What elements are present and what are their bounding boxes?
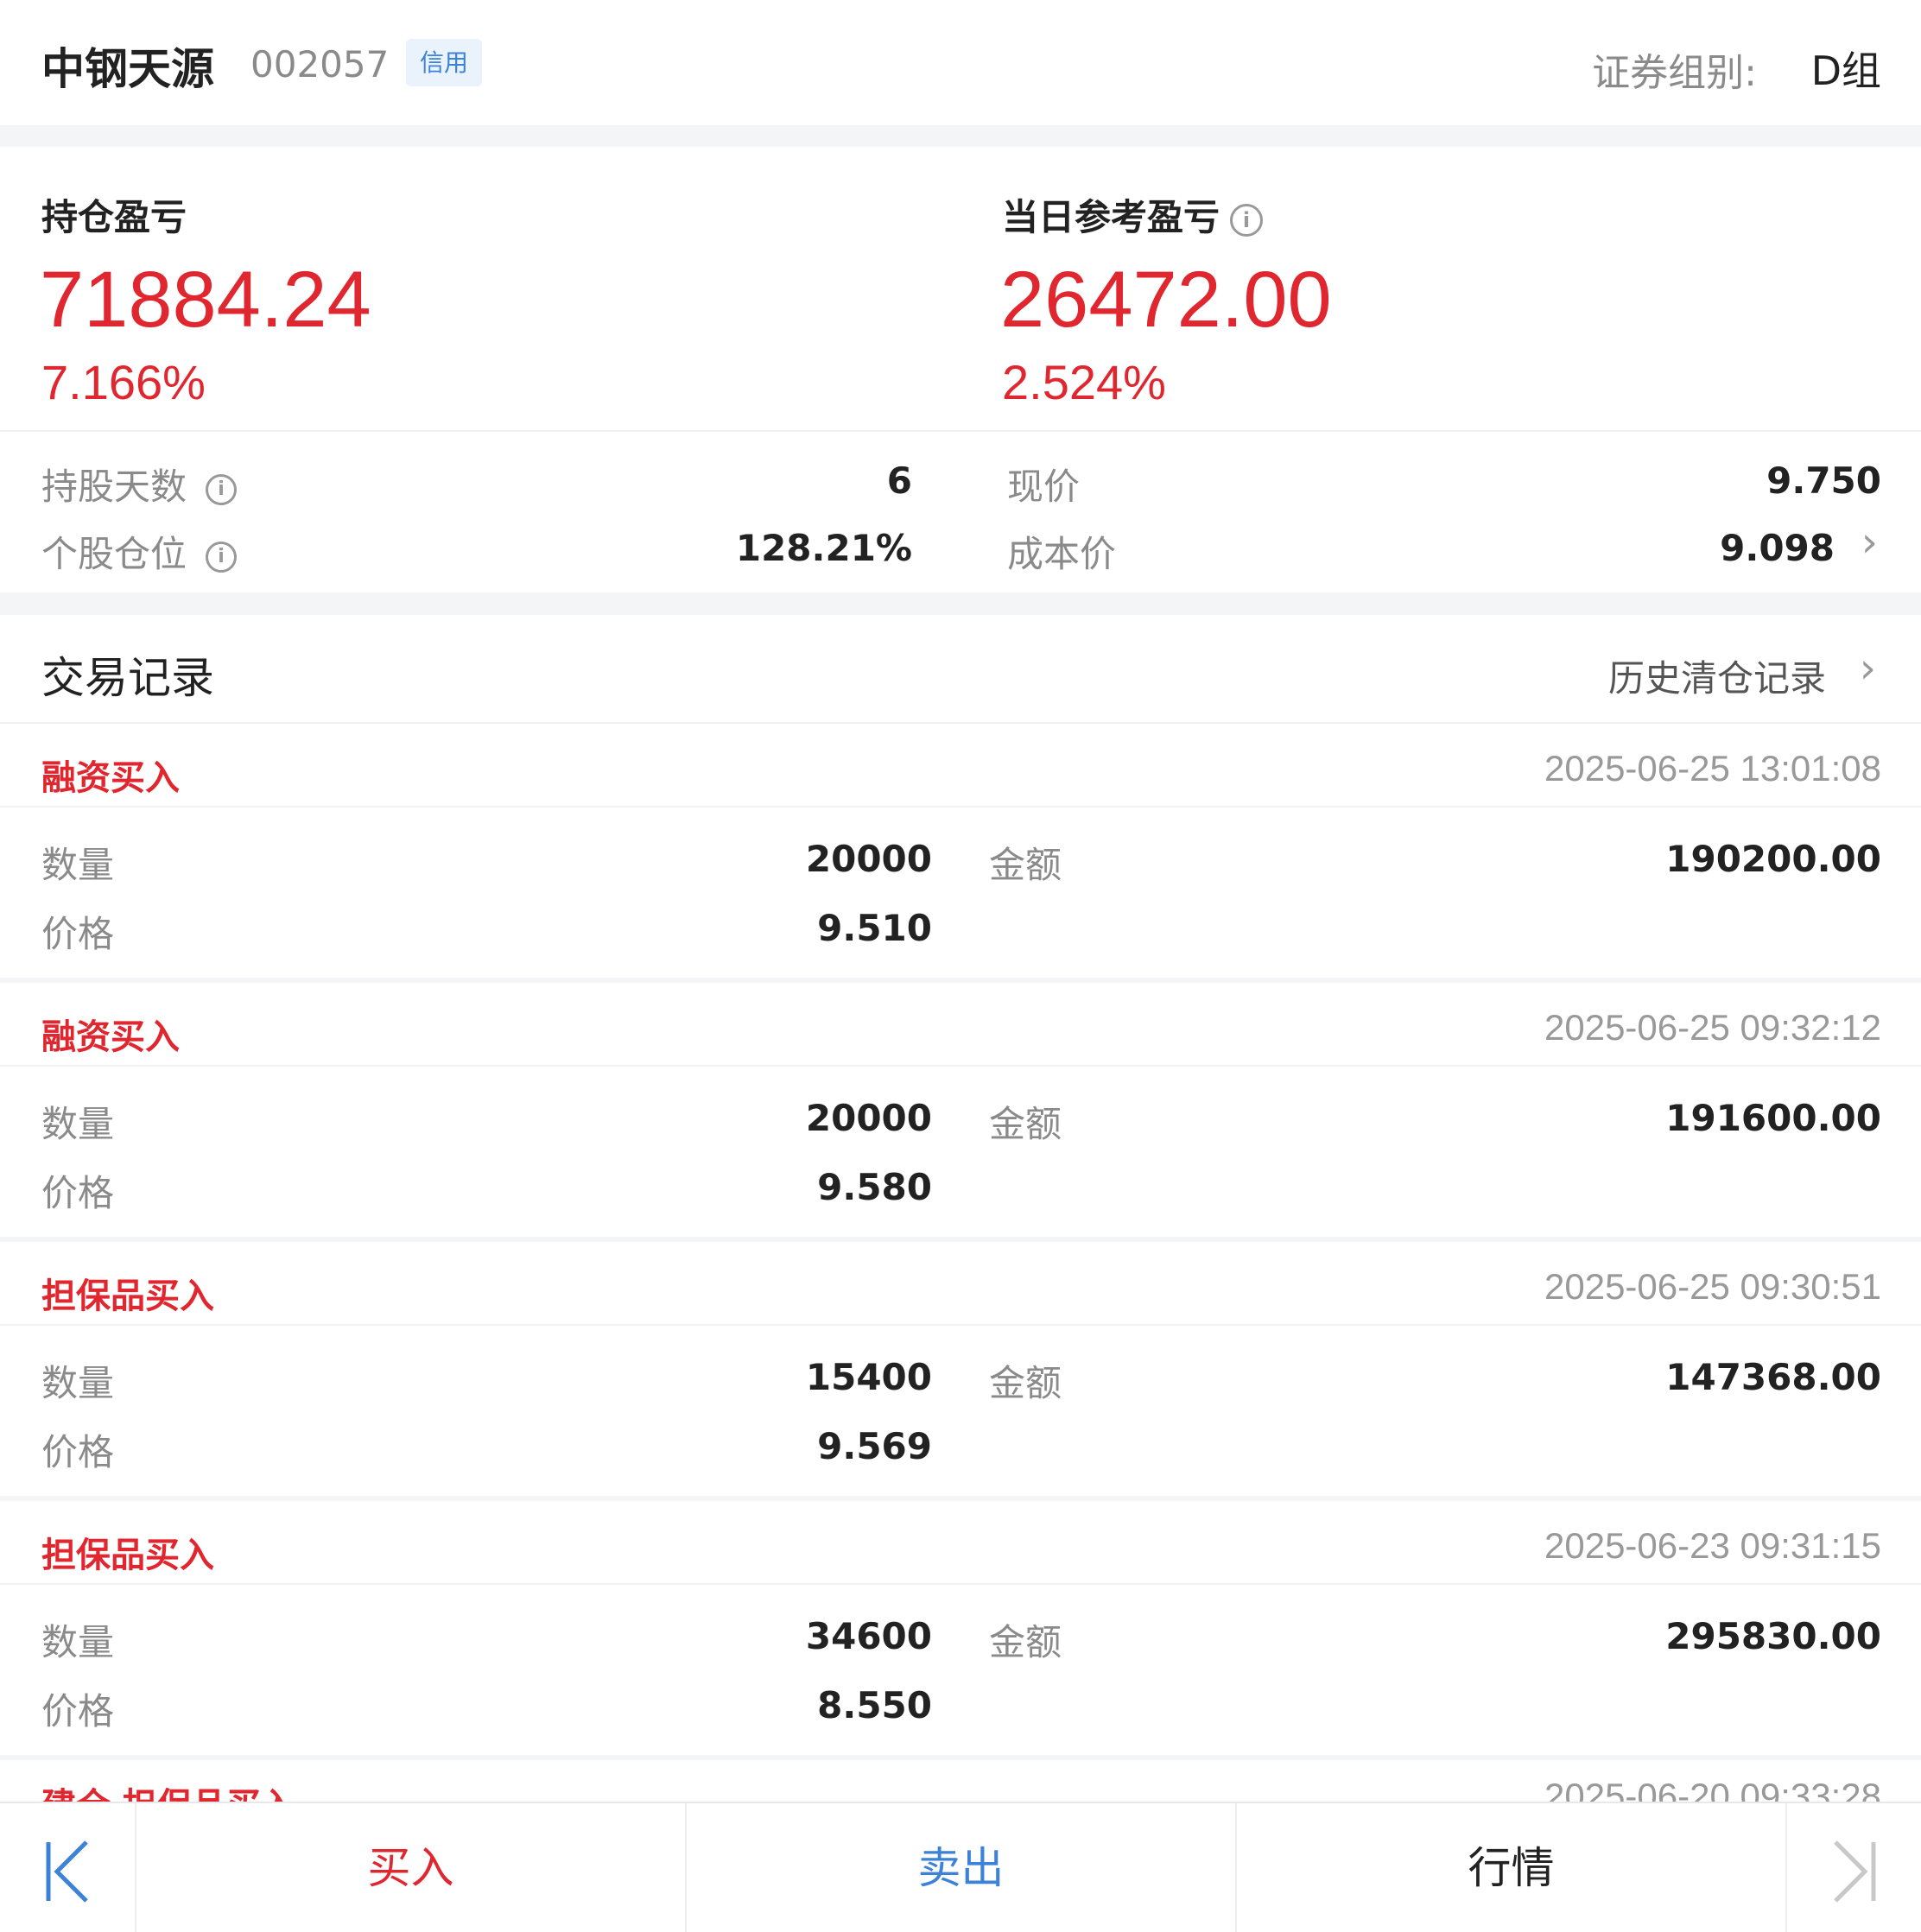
trade-record[interactable]: 担保品买入 2025-06-23 09:31:15 数量 34600 金额 29… [0,1501,1921,1760]
stock-header: 中钢天源 002057 信用 证券组别: D组 [0,0,1921,125]
divider [0,430,1921,432]
info-icon[interactable]: i [206,473,238,505]
trade-record[interactable]: 融资买入 2025-06-25 09:32:12 数量 20000 金额 191… [0,983,1921,1242]
sell-button[interactable]: 卖出 [685,1803,1235,1932]
current-price-label: 现价 [1007,466,1081,508]
holding-pnl-value: 71884.24 [40,256,371,344]
amount-value: 295830.00 [1665,1615,1881,1657]
first-page-button[interactable] [0,1803,135,1932]
section-gap [0,592,1921,615]
holding-pnl-label: 持仓盈亏 [41,196,187,238]
amount-label: 金额 [989,1103,1062,1145]
trade-time: 2025-06-25 09:30:51 [1544,1266,1881,1307]
trade-record[interactable]: 担保品买入 2025-06-25 09:30:51 数量 15400 金额 14… [0,1242,1921,1501]
qty-label: 数量 [41,1103,115,1145]
daily-pnl-pct: 2.524% [1002,355,1166,409]
amount-label: 金额 [989,844,1062,886]
price-value: 9.510 [817,907,932,949]
info-icon[interactable]: i [206,541,238,573]
trade-record[interactable]: 建仓 担保品买入 2025-06-20 09:33:28 [0,1753,1921,1802]
trade-type: 建仓 担保品买入 [41,1777,295,1802]
amount-value: 190200.00 [1665,838,1881,880]
trade-records-title: 交易记录 [41,653,214,703]
stock-code: 002057 [250,43,390,86]
price-value: 8.550 [817,1684,932,1726]
price-value: 9.569 [817,1425,932,1467]
trade-type: 担保品买入 [41,1276,214,1316]
section-gap [0,125,1921,147]
qty-value: 34600 [805,1615,932,1657]
stock-name: 中钢天源 [41,44,214,94]
qty-value: 20000 [805,838,932,880]
group-label: 证券组别: [1592,51,1757,95]
price-label: 价格 [41,913,115,955]
trade-type: 融资买入 [41,1017,180,1057]
divider [0,1324,1921,1326]
bottom-action-bar: 买入 卖出 行情 [0,1802,1921,1932]
chevron-right-icon[interactable]: › [1860,644,1876,693]
info-icon[interactable]: i [1230,203,1264,237]
daily-pnl-value: 26472.00 [1000,256,1332,344]
divider [0,806,1921,808]
cost-price-value[interactable]: 9.098 [1720,527,1835,569]
qty-label: 数量 [41,844,115,886]
qty-label: 数量 [41,1621,115,1663]
last-page-button[interactable] [1785,1803,1921,1932]
daily-pnl-label: 当日参考盈亏 i [1002,188,1264,241]
amount-label: 金额 [989,1362,1062,1404]
holding-pnl-pct: 7.166% [41,355,206,409]
credit-badge: 信用 [406,39,482,86]
price-value: 9.580 [817,1166,932,1208]
price-label: 价格 [41,1172,115,1214]
amount-value: 191600.00 [1665,1097,1881,1139]
price-label: 价格 [41,1431,115,1473]
cost-price-label[interactable]: 成本价 [1007,525,1116,578]
buy-button[interactable]: 买入 [135,1803,685,1932]
holding-days-label: 持股天数 i [41,458,238,510]
group-value: D组 [1810,48,1881,94]
quote-button[interactable]: 行情 [1235,1803,1785,1932]
qty-value: 15400 [805,1356,932,1398]
skip-to-first-icon [46,1840,88,1903]
chevron-right-icon[interactable]: › [1861,518,1878,567]
current-price-value: 9.750 [1766,459,1881,502]
trade-time: 2025-06-25 13:01:08 [1544,748,1881,789]
trade-record[interactable]: 融资买入 2025-06-25 13:01:08 数量 20000 金额 190… [0,724,1921,983]
trade-type: 担保品买入 [41,1536,214,1575]
trade-time: 2025-06-23 09:31:15 [1544,1525,1881,1566]
amount-value: 147368.00 [1665,1356,1881,1398]
skip-to-last-icon [1833,1840,1875,1903]
trade-time: 2025-06-20 09:33:28 [1544,1776,1881,1802]
holding-days-value: 6 [886,459,912,502]
qty-label: 数量 [41,1362,115,1404]
divider [0,1583,1921,1585]
divider [0,1065,1921,1067]
qty-value: 20000 [805,1097,932,1139]
amount-label: 金额 [989,1621,1062,1663]
trade-type: 融资买入 [41,758,180,798]
trade-time: 2025-06-25 09:32:12 [1544,1007,1881,1048]
price-label: 价格 [41,1690,115,1732]
position-ratio-value: 128.21% [735,527,912,569]
history-clearance-link[interactable]: 历史清仓记录 [1608,649,1826,702]
position-ratio-label: 个股仓位 i [41,525,238,578]
